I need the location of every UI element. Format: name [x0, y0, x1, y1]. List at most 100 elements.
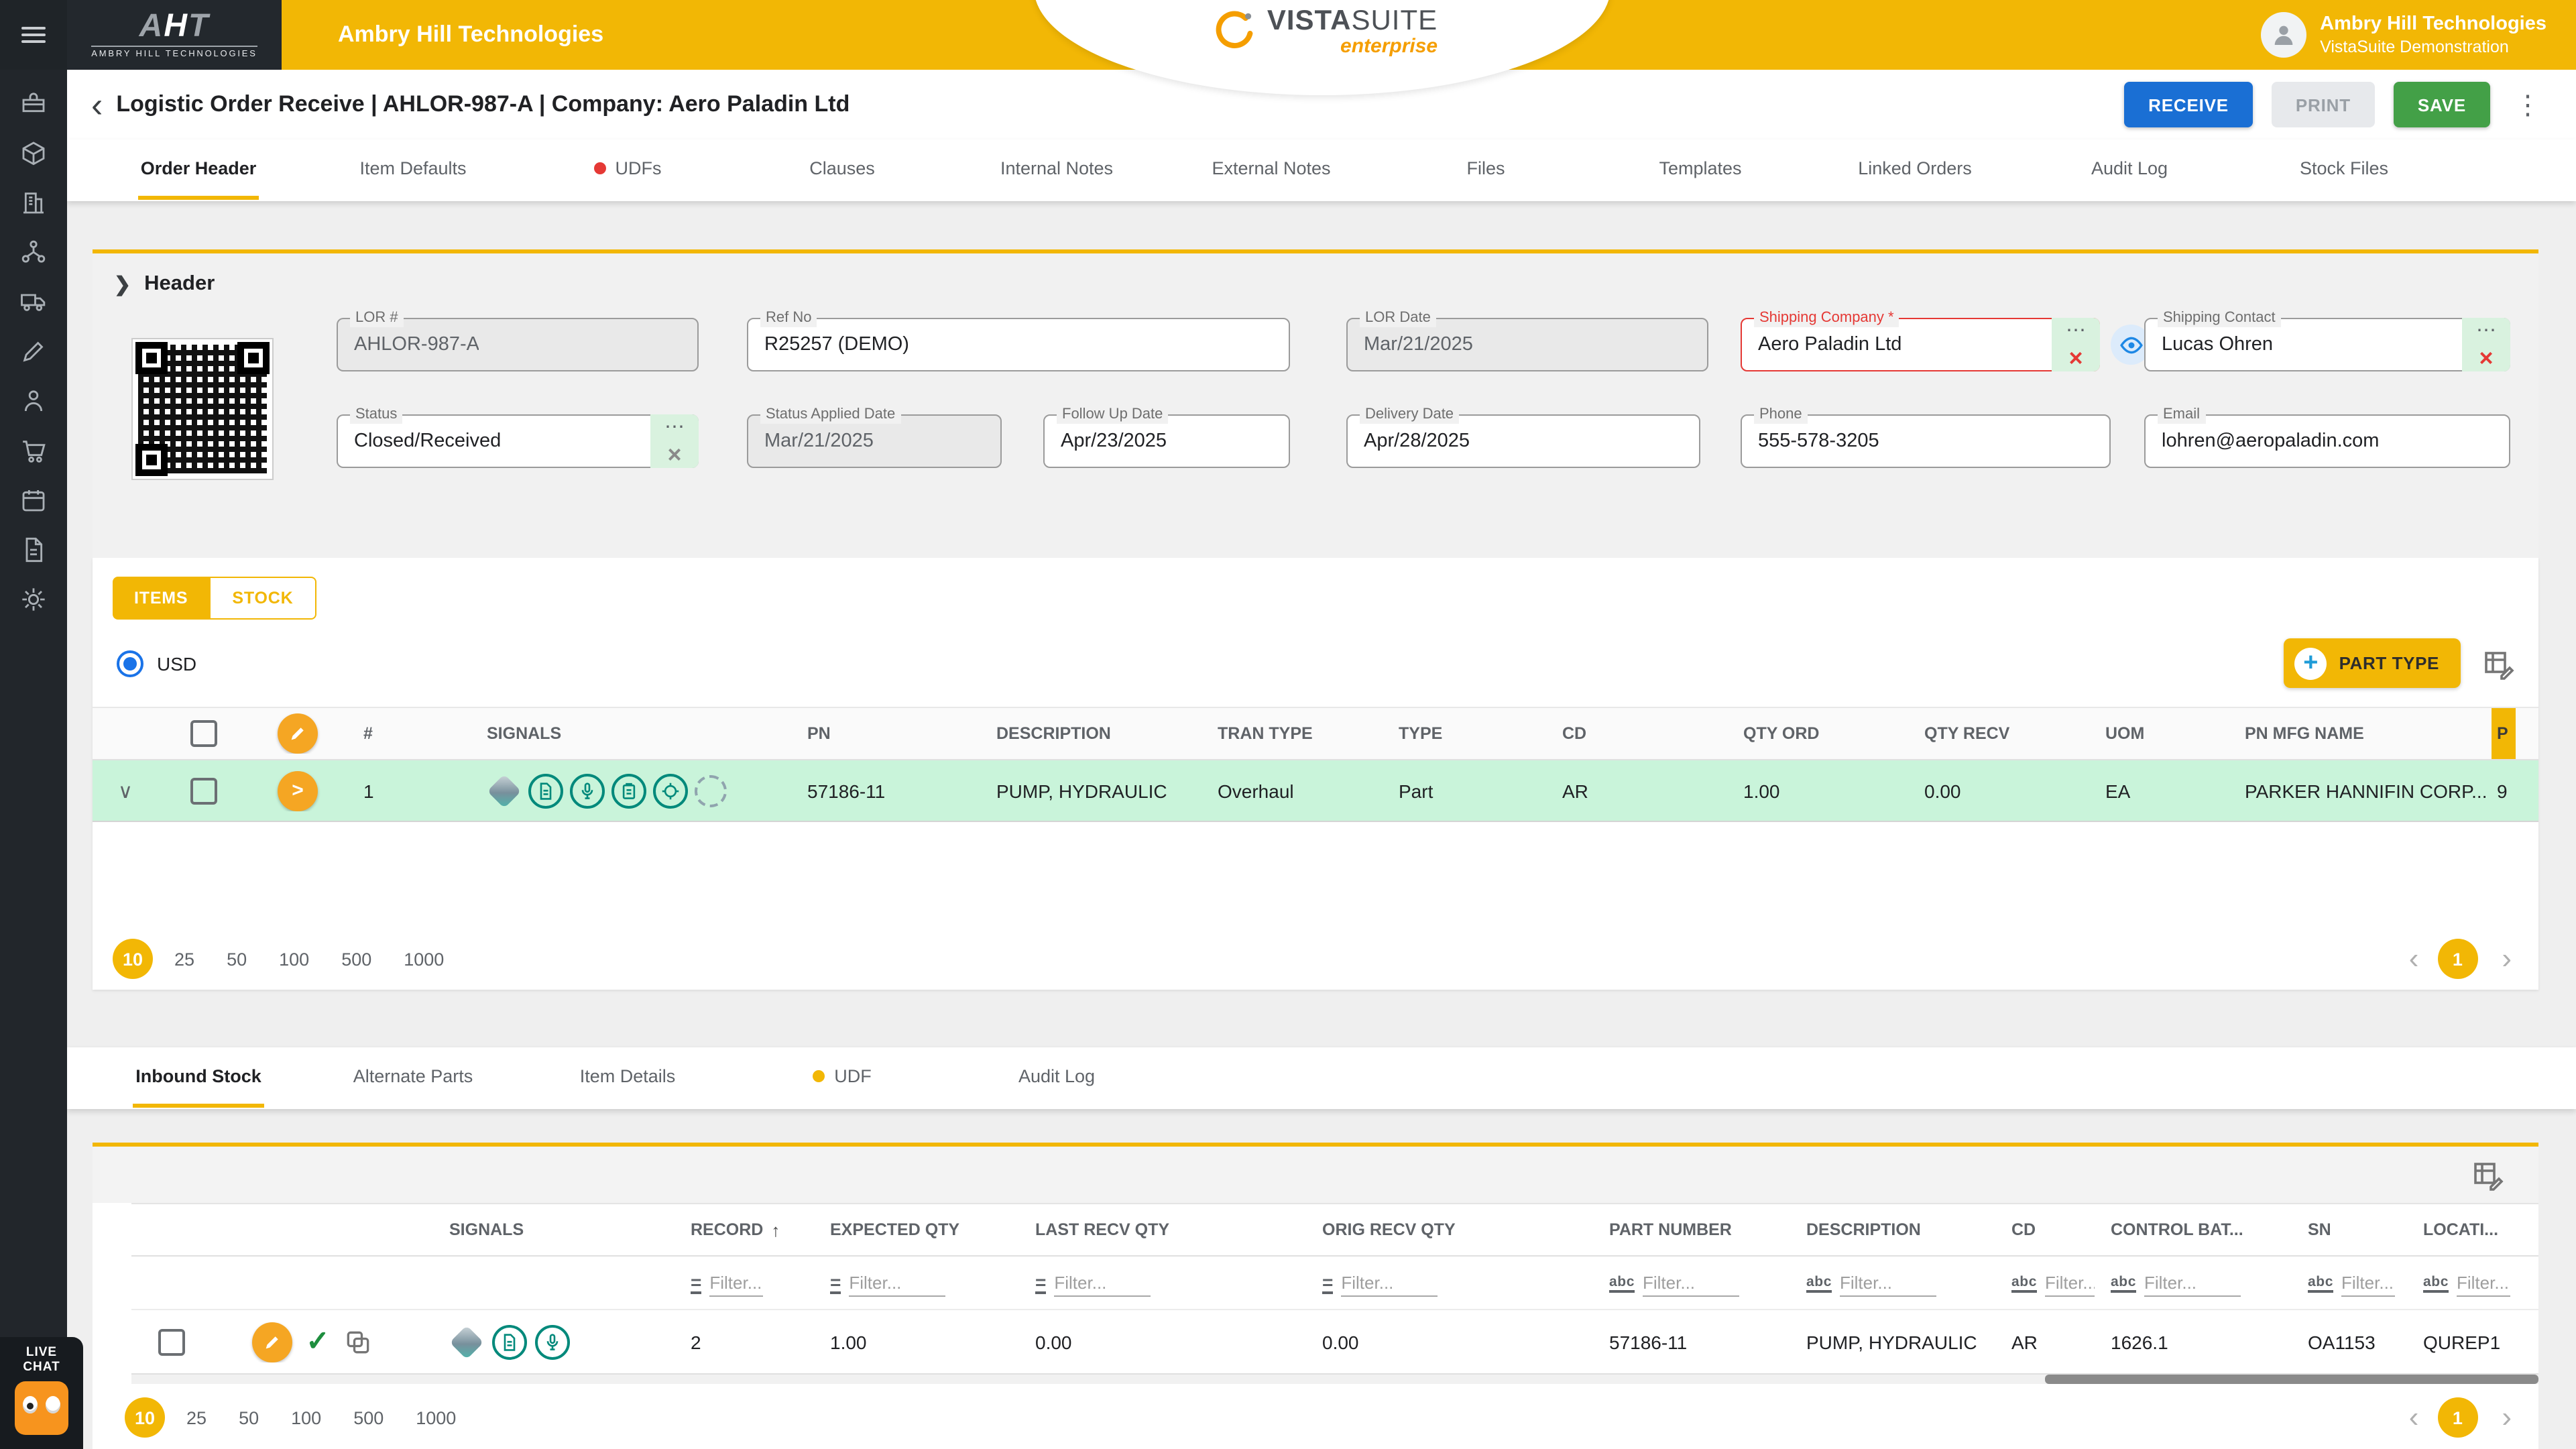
- edit-columns-icon[interactable]: [2482, 647, 2514, 679]
- page-size-100[interactable]: 100: [291, 1407, 321, 1428]
- record-filter-input[interactable]: [709, 1269, 763, 1296]
- page-size-500[interactable]: 500: [353, 1407, 384, 1428]
- numeric-filter-icon[interactable]: =: [1322, 1272, 1333, 1293]
- current-page[interactable]: 1: [2437, 1397, 2477, 1438]
- tab-files[interactable]: Files: [1379, 139, 1593, 201]
- shipping-company-clear-icon[interactable]: ×: [2052, 345, 2100, 371]
- inbound-table-row[interactable]: ✓ 2 1.00 0.00 0.00 57186-11 P: [131, 1310, 2538, 1375]
- truck-icon[interactable]: [19, 287, 48, 316]
- expand-row-chevron-icon[interactable]: ∨: [118, 778, 133, 803]
- tab-udf[interactable]: UDF: [735, 1047, 949, 1109]
- live-chat-widget[interactable]: LIVECHAT: [0, 1336, 83, 1449]
- org-chart-icon[interactable]: [19, 237, 48, 267]
- phone-field[interactable]: Phone 555-578-3205: [1741, 414, 2111, 468]
- sn-filter-input[interactable]: [2341, 1269, 2395, 1296]
- shipping-contact-menu-icon[interactable]: ⋯: [2462, 318, 2510, 345]
- copy-record-icon[interactable]: [343, 1327, 373, 1356]
- save-button[interactable]: SAVE: [2394, 82, 2490, 127]
- prev-page-icon[interactable]: ‹: [2409, 945, 2419, 972]
- row-checkbox[interactable]: [190, 777, 217, 804]
- shipping-company-field[interactable]: Shipping Company * Aero Paladin Ltd ⋯×: [1741, 318, 2100, 371]
- menu-button[interactable]: [0, 0, 67, 70]
- items-toggle[interactable]: ITEMS: [113, 577, 209, 620]
- select-all-checkbox[interactable]: [190, 720, 217, 747]
- inbound-row-checkbox[interactable]: [158, 1328, 184, 1355]
- tab-stock-files[interactable]: Stock Files: [2237, 139, 2451, 201]
- page-size-50[interactable]: 50: [227, 949, 247, 969]
- control-batch-filter-input[interactable]: [2144, 1269, 2241, 1296]
- page-size-25[interactable]: 25: [186, 1407, 207, 1428]
- text-filter-icon[interactable]: abc: [1806, 1273, 1832, 1292]
- cd-filter-input[interactable]: [2045, 1269, 2095, 1296]
- sort-asc-icon[interactable]: ↑: [771, 1220, 780, 1240]
- tab-item-details[interactable]: Item Details: [520, 1047, 735, 1109]
- stock-toggle[interactable]: STOCK: [209, 577, 316, 620]
- orig-recv-qty-filter-input[interactable]: [1341, 1269, 1438, 1296]
- text-filter-icon[interactable]: abc: [1609, 1273, 1635, 1292]
- shipping-contact-clear-icon[interactable]: ×: [2462, 345, 2510, 371]
- text-filter-icon[interactable]: abc: [2011, 1273, 2037, 1292]
- next-page-icon[interactable]: ›: [2502, 945, 2512, 972]
- tab-external-notes[interactable]: External Notes: [1164, 139, 1379, 201]
- items-table-row[interactable]: ∨ > 1 57186-11 PUMP, HY: [93, 760, 2538, 822]
- status-clear-icon[interactable]: ×: [650, 441, 699, 468]
- tab-internal-notes[interactable]: Internal Notes: [949, 139, 1164, 201]
- tab-alternate-parts[interactable]: Alternate Parts: [306, 1047, 520, 1109]
- pencil-icon[interactable]: [19, 337, 48, 366]
- next-page-icon[interactable]: ›: [2502, 1404, 2512, 1431]
- tab-audit-log[interactable]: Audit Log: [2022, 139, 2237, 201]
- edit-all-pencil-icon[interactable]: [278, 713, 318, 754]
- tab-item-defaults[interactable]: Item Defaults: [306, 139, 520, 201]
- scrollbar-thumb[interactable]: [2045, 1375, 2538, 1384]
- package-icon[interactable]: [19, 138, 48, 168]
- text-filter-icon[interactable]: abc: [2308, 1273, 2333, 1292]
- text-filter-icon[interactable]: abc: [2111, 1273, 2136, 1292]
- shipping-company-menu-icon[interactable]: ⋯: [2052, 318, 2100, 345]
- page-size-100[interactable]: 100: [279, 949, 309, 969]
- email-field[interactable]: Email lohren@aeropaladin.com: [2144, 414, 2510, 468]
- print-button[interactable]: PRINT: [2272, 82, 2375, 127]
- page-size-50[interactable]: 50: [239, 1407, 259, 1428]
- gear-icon[interactable]: [19, 585, 48, 614]
- back-button[interactable]: ‹: [91, 91, 103, 118]
- open-row-icon[interactable]: >: [278, 770, 318, 811]
- edit-record-pencil-icon[interactable]: [252, 1322, 292, 1362]
- description-filter-input[interactable]: [1840, 1269, 1936, 1296]
- receive-button[interactable]: RECEIVE: [2124, 82, 2253, 127]
- delivery-date-field[interactable]: Delivery Date Apr/28/2025: [1346, 414, 1700, 468]
- follow-up-date-field[interactable]: Follow Up Date Apr/23/2025: [1043, 414, 1290, 468]
- current-page[interactable]: 1: [2437, 939, 2477, 979]
- numeric-filter-icon[interactable]: =: [830, 1272, 841, 1293]
- part-type-button[interactable]: + PART TYPE: [2284, 638, 2461, 688]
- status-field[interactable]: Status Closed/Received ⋯×: [337, 414, 699, 468]
- more-options-icon[interactable]: ⋮: [2509, 88, 2546, 121]
- tab-detail-audit-log[interactable]: Audit Log: [949, 1047, 1164, 1109]
- page-size-1000[interactable]: 1000: [404, 949, 444, 969]
- tab-udfs[interactable]: UDFs: [520, 139, 735, 201]
- user-menu[interactable]: Ambry Hill Technologies VistaSuite Demon…: [2261, 12, 2576, 58]
- numeric-filter-icon[interactable]: =: [1035, 1272, 1046, 1293]
- part-number-filter-input[interactable]: [1643, 1269, 1739, 1296]
- page-size-10[interactable]: 10: [125, 1397, 165, 1438]
- person-icon-sidebar[interactable]: [19, 386, 48, 416]
- page-size-500[interactable]: 500: [341, 949, 371, 969]
- status-menu-icon[interactable]: ⋯: [650, 414, 699, 441]
- shipping-contact-field[interactable]: Shipping Contact Lucas Ohren ⋯×: [2144, 318, 2510, 371]
- last-recv-qty-filter-input[interactable]: [1054, 1269, 1151, 1296]
- text-filter-icon[interactable]: abc: [2423, 1273, 2449, 1292]
- tab-templates[interactable]: Templates: [1593, 139, 1808, 201]
- location-filter-input[interactable]: [2457, 1269, 2510, 1296]
- page-size-10[interactable]: 10: [113, 939, 153, 979]
- expected-qty-filter-input[interactable]: [849, 1269, 945, 1296]
- numeric-filter-icon[interactable]: =: [691, 1272, 701, 1293]
- page-size-1000[interactable]: 1000: [416, 1407, 456, 1428]
- prev-page-icon[interactable]: ‹: [2409, 1404, 2419, 1431]
- cart-icon[interactable]: [19, 436, 48, 465]
- calendar-icon[interactable]: [19, 485, 48, 515]
- document-icon[interactable]: [19, 535, 48, 565]
- tab-clauses[interactable]: Clauses: [735, 139, 949, 201]
- toolbox-icon[interactable]: [19, 89, 48, 118]
- tab-order-header[interactable]: Order Header: [91, 139, 306, 201]
- building-icon[interactable]: [19, 188, 48, 217]
- page-size-25[interactable]: 25: [174, 949, 194, 969]
